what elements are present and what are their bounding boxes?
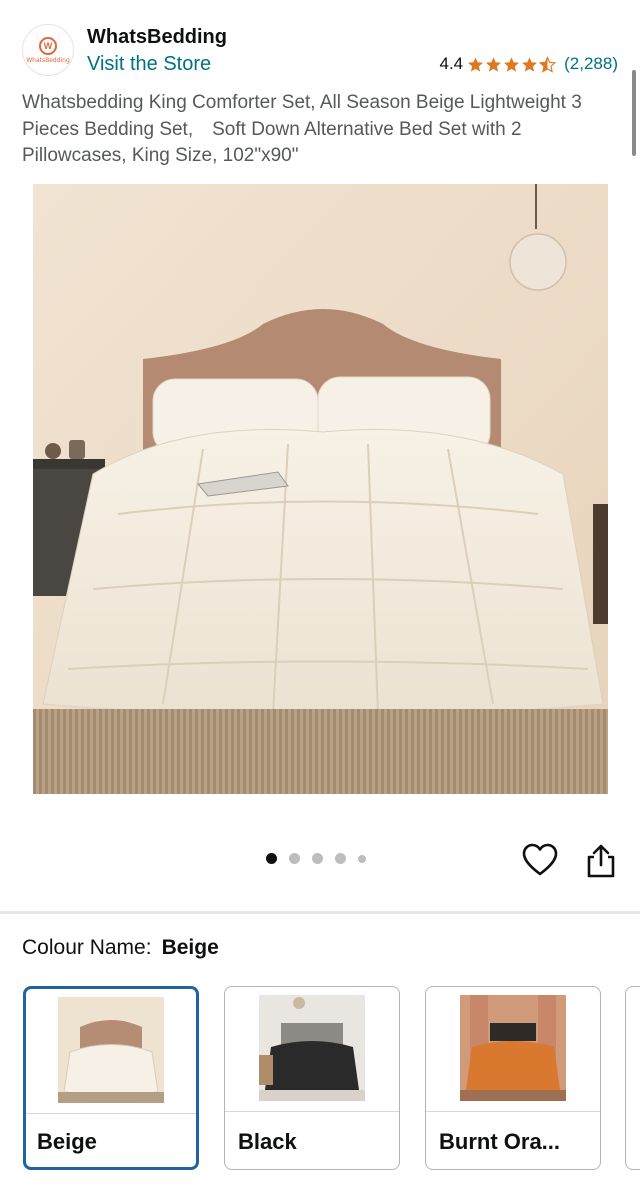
brand-header: W WhatsBedding WhatsBedding Visit the St… [22, 22, 622, 78]
carousel-dot[interactable] [335, 853, 346, 864]
black-thumbnail [259, 995, 365, 1101]
comforter-bed-photo [33, 184, 608, 794]
scrollbar[interactable] [632, 70, 636, 156]
carousel-dots [266, 853, 366, 864]
star-icon [504, 56, 520, 72]
swatch-separator [225, 1111, 399, 1112]
rating-value: 4.4 [439, 54, 464, 73]
beige-thumbnail [58, 997, 164, 1103]
brand-logo[interactable]: W WhatsBedding [22, 24, 74, 76]
brand-logo-icon: W [39, 36, 57, 55]
swatch-label: Burnt Ora... [439, 1129, 561, 1154]
colour-label-text: Colour Name: [22, 936, 152, 959]
colour-name-label: Colour Name: Beige [22, 936, 219, 960]
half-star-icon [539, 55, 557, 73]
colour-option-burnt-orange[interactable]: Burnt Ora... [425, 986, 601, 1170]
star-icon [468, 56, 484, 72]
carousel-dot[interactable] [312, 853, 323, 864]
swatch-separator [426, 1111, 600, 1112]
colour-option-black[interactable]: Black [224, 986, 400, 1170]
heart-icon[interactable] [522, 843, 558, 877]
rating-count[interactable]: (2,288) [564, 54, 618, 74]
swatch-label: Black [238, 1129, 297, 1154]
star-icon [486, 56, 502, 72]
rating-summary[interactable]: 4.4 (2,288) [439, 54, 618, 74]
swatch-separator [26, 1113, 196, 1114]
swatch-label: Beige [37, 1129, 97, 1154]
product-image[interactable] [33, 184, 608, 794]
colour-option-more[interactable] [625, 986, 640, 1170]
carousel-dot[interactable] [266, 853, 277, 864]
star-rating [467, 55, 557, 73]
carousel-dot[interactable] [289, 853, 300, 864]
section-divider [0, 911, 640, 914]
brand-logo-text: WhatsBedding [26, 56, 70, 64]
brand-name: WhatsBedding [87, 26, 227, 48]
colour-selected-value: Beige [161, 936, 219, 959]
burnt-orange-thumbnail [460, 995, 566, 1101]
product-title: Whatsbedding King Comforter Set, All Sea… [22, 92, 588, 166]
share-icon[interactable] [584, 843, 618, 879]
carousel-dot[interactable] [358, 854, 366, 863]
colour-option-beige[interactable]: Beige [23, 986, 199, 1170]
star-icon [522, 56, 538, 72]
visit-store-link[interactable]: Visit the Store [87, 53, 211, 76]
